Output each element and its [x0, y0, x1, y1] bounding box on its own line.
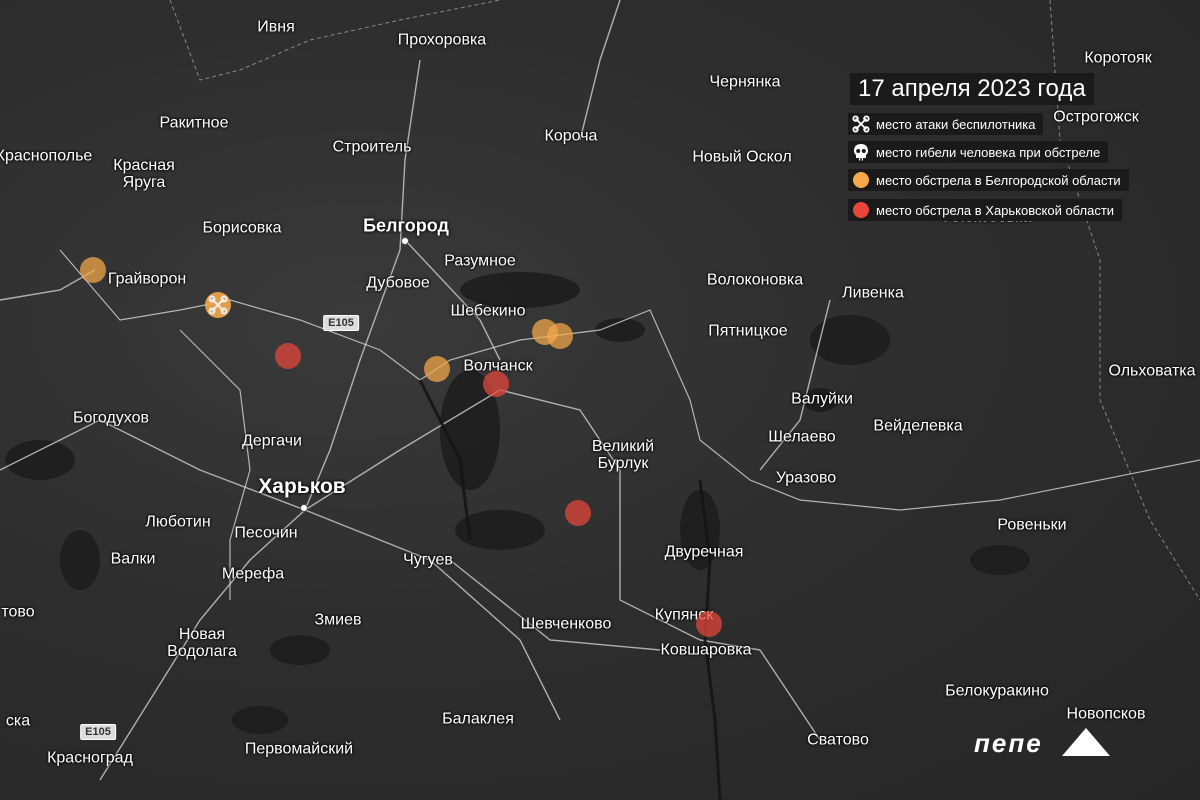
city-rovenki: Ровеньки [997, 516, 1067, 534]
city-rakitnoe: Ракитное [159, 114, 229, 132]
city-valuyki: Валуйки [791, 390, 853, 408]
city-urazovo: Уразово [775, 469, 837, 487]
marker-shelling-belgorod[interactable] [547, 323, 573, 349]
city-lyubotin: Люботин [145, 513, 211, 531]
city-graivoron: Грайворон [107, 270, 187, 288]
city-kovsharovka: Ковшаровка [660, 641, 752, 659]
city-ostrogozhsk: Острогожск [1053, 108, 1139, 126]
city-dvurechnaya: Двуречная [664, 543, 744, 561]
city-chernyanka: Чернянка [709, 73, 781, 91]
city-korotoyak: Коротояк [1084, 49, 1152, 67]
city-shevchenkovo: Шевченково [520, 615, 612, 633]
city-left-edge-2: ска [5, 712, 31, 730]
legend-item-belgorod: место обстрела в Белгородской области [848, 169, 1129, 191]
city-valki: Валки [110, 550, 156, 568]
city-shelaevo: Шелаево [768, 428, 836, 446]
city-pervomaisky: Первомайский [244, 740, 354, 758]
city-bogodukhov: Богодухов [73, 409, 149, 427]
city-stroitel: Строитель [332, 138, 412, 156]
city-veidelevka: Вейделевка [873, 417, 963, 435]
marker-shelling-kharkiv[interactable] [696, 611, 722, 637]
legend-item-drone: место атаки беспилотника [848, 113, 1044, 135]
road-sign-e105: E105 [80, 724, 116, 740]
city-razumnoe: Разумное [444, 252, 516, 270]
marker-shelling-belgorod[interactable] [424, 356, 450, 382]
city-korocha: Короча [544, 127, 598, 145]
legend-label: место обстрела в Белгородской области [876, 172, 1121, 188]
marker-shelling-kharkiv[interactable] [565, 500, 591, 526]
city-prokhorovka: Прохоровка [397, 31, 487, 49]
city-volokonovka: Волоконовка [706, 271, 804, 289]
city-ivnya: Ивня [257, 18, 295, 36]
city-balakleya: Балаклея [442, 710, 514, 728]
city-livenka: Ливенка [842, 284, 904, 302]
city-krasnograd: Красноград [47, 749, 133, 767]
marker-shelling-kharkiv[interactable] [483, 371, 509, 397]
city-chuguev: Чугуев [403, 551, 453, 569]
map-canvas[interactable]: Ивня Прохоровка Коротояк Чернянка Ракитн… [0, 0, 1200, 800]
city-novy-oskol: Новый Оскол [692, 148, 792, 166]
marker-shelling-belgorod[interactable] [80, 257, 106, 283]
city-belgorod: Белгород [363, 215, 449, 236]
city-left-edge-1: тово [1, 603, 35, 621]
road-sign-e105: E105 [323, 315, 359, 331]
city-shebekino: Шебекино [450, 302, 526, 320]
orange-circle-icon [852, 171, 870, 189]
city-dubovoe: Дубовое [366, 274, 430, 292]
city-pyatnitskoe: Пятницкое [708, 322, 788, 340]
city-merefa: Мерефа [221, 565, 285, 583]
marker-shelling-kharkiv[interactable] [275, 343, 301, 369]
legend-label: место гибели человека при обстреле [876, 144, 1101, 160]
city-borisovka: Борисовка [202, 219, 282, 237]
city-kharkov: Харьков [258, 474, 346, 498]
city-olkhovatka: Ольховатка [1108, 362, 1196, 380]
city-dergachi: Дергачи [242, 432, 302, 450]
skull-icon [852, 143, 870, 161]
city-krasnopole: Краснополье [0, 147, 93, 165]
city-dot [401, 237, 409, 245]
brand-logo: пепе [974, 722, 1114, 767]
city-dot [300, 504, 308, 512]
city-novopskov: Новопсков [1066, 705, 1146, 723]
legend-label: место обстрела в Харьковской области [876, 202, 1115, 218]
city-krasnaya-yaruga: Красная Яруга [113, 157, 175, 191]
legend-item-kharkiv: место обстрела в Харьковской области [848, 199, 1123, 221]
legend-item-death: место гибели человека при обстреле [848, 141, 1109, 163]
city-zmiev: Змиев [314, 611, 362, 629]
drone-icon [208, 295, 228, 315]
svg-text:пепе: пепе [974, 728, 1043, 758]
city-novaya-vodolaga: Новая Водолага [167, 626, 237, 660]
red-circle-icon [852, 201, 870, 219]
city-svatovo: Сватово [807, 731, 869, 749]
marker-drone-attack[interactable] [205, 292, 231, 318]
map-title: 17 апреля 2023 года [850, 73, 1094, 105]
city-pesochin: Песочин [234, 524, 298, 542]
city-veliky-burluk: Великий Бурлук [591, 438, 655, 472]
drone-icon [852, 115, 870, 133]
legend-label: место атаки беспилотника [876, 116, 1036, 132]
city-belokurakino: Белокуракино [945, 682, 1049, 700]
